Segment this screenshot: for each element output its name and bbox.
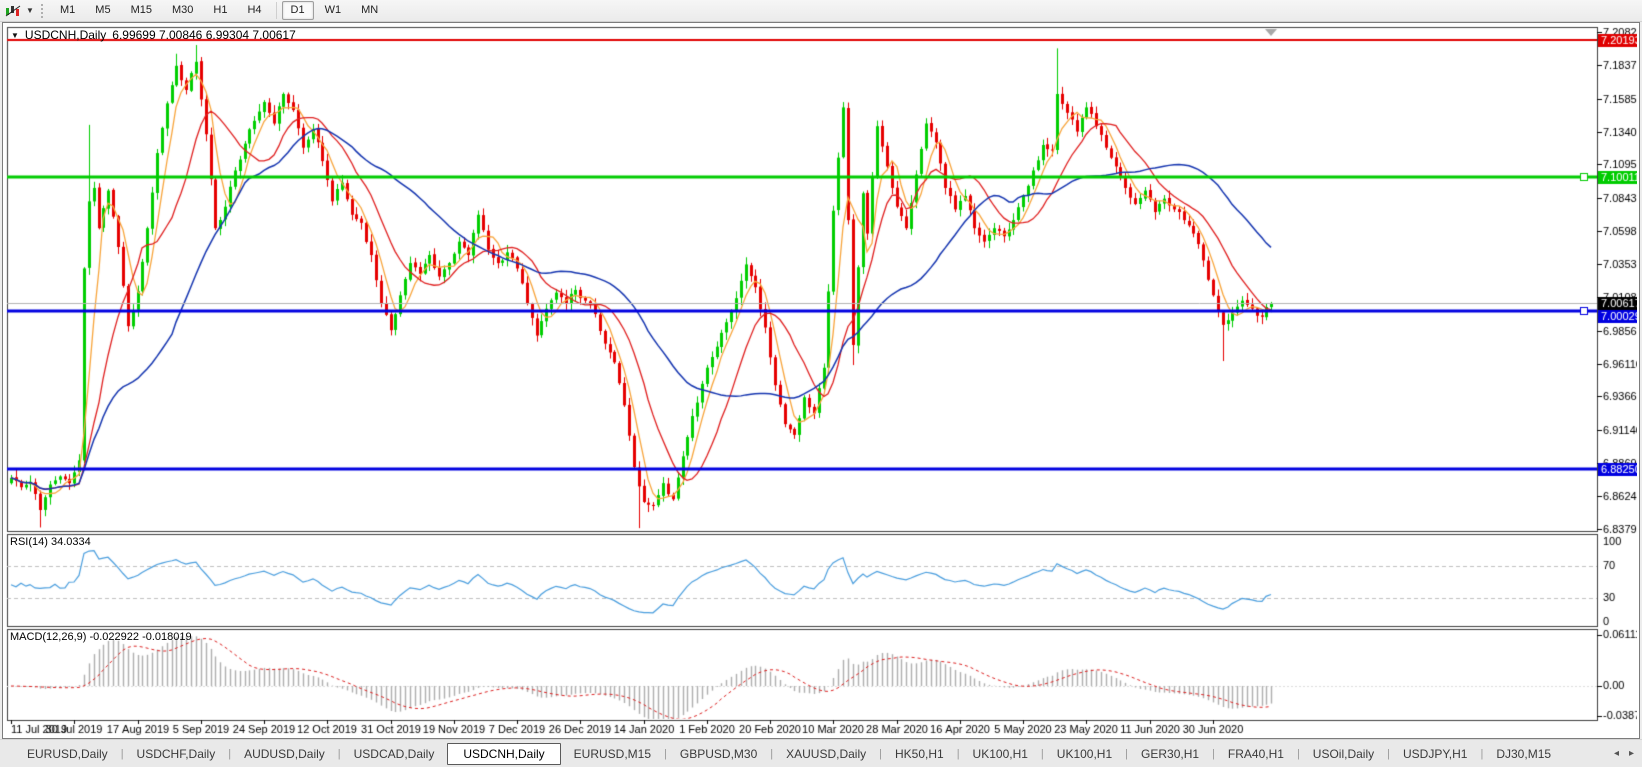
chart-tab-usdcad-daily[interactable]: USDCAD,Daily <box>341 744 448 764</box>
tab-scroll-left-icon[interactable]: ◂ <box>1614 748 1619 759</box>
toolbar-dropdown-caret[interactable]: ▼ <box>24 6 36 15</box>
chart-tab-fra40-h1[interactable]: FRA40,H1 <box>1215 744 1297 764</box>
toolbar-separator <box>276 2 277 19</box>
timeframe-button-m5[interactable]: M5 <box>86 1 119 20</box>
chart-tab-dj30-m15[interactable]: DJ30,M15 <box>1483 744 1564 764</box>
chart-mode-icon <box>5 4 21 18</box>
timeframe-toolbar: M1M5M15M30H1H4 D1W1MN <box>50 0 388 21</box>
chart-tab-audusd-daily[interactable]: AUDUSD,Daily <box>231 744 338 764</box>
chart-tab-usdcnh-daily[interactable]: USDCNH,Daily <box>447 743 560 765</box>
timeframe-button-h1[interactable]: H1 <box>204 1 236 20</box>
timeframe-button-mn[interactable]: MN <box>352 1 387 20</box>
timeframe-button-h4[interactable]: H4 <box>238 1 270 20</box>
timeframe-button-w1[interactable]: W1 <box>316 1 351 20</box>
timeframe-button-m30[interactable]: M30 <box>163 1 202 20</box>
chart-tab-usoil-daily[interactable]: USOil,Daily <box>1300 744 1387 764</box>
chart-tab-xauusd-daily[interactable]: XAUUSD,Daily <box>773 744 879 764</box>
chart-tab-uk100-h1[interactable]: UK100,H1 <box>1044 744 1125 764</box>
timeframe-button-m15[interactable]: M15 <box>122 1 161 20</box>
tab-scroll-buttons: ◂ ▸ <box>1614 740 1634 767</box>
chart-window: ▼ USDCNH,Daily 6.99699 7.00846 6.99304 7… <box>2 22 1640 739</box>
chart-tabs: EURUSD,Daily|USDCHF,Daily|AUDUSD,Daily|U… <box>14 740 1564 767</box>
chart-tab-bar: EURUSD,Daily|USDCHF,Daily|AUDUSD,Daily|U… <box>0 739 1642 767</box>
tab-scroll-right-icon[interactable]: ▸ <box>1629 748 1634 759</box>
toolbar-grip[interactable] <box>41 4 43 18</box>
chart-tab-usdjpy-h1[interactable]: USDJPY,H1 <box>1390 744 1480 764</box>
chart-tab-eurusd-m15[interactable]: EURUSD,M15 <box>561 744 664 764</box>
chart-tab-uk100-h1[interactable]: UK100,H1 <box>960 744 1041 764</box>
chart-tab-hk50-h1[interactable]: HK50,H1 <box>882 744 957 764</box>
chart-tab-ger30-h1[interactable]: GER30,H1 <box>1128 744 1212 764</box>
top-toolbar: ▼ M1M5M15M30H1H4 D1W1MN <box>0 0 1642 22</box>
price-chart-canvas[interactable] <box>3 23 1637 736</box>
timeframe-button-d1[interactable]: D1 <box>282 1 314 20</box>
chart-tab-usdchf-daily[interactable]: USDCHF,Daily <box>124 744 229 764</box>
timeframe-button-m1[interactable]: M1 <box>51 1 84 20</box>
charts-toolbar-icon[interactable] <box>2 2 24 20</box>
chart-tab-eurusd-daily[interactable]: EURUSD,Daily <box>14 744 121 764</box>
chart-tab-gbpusd-m30[interactable]: GBPUSD,M30 <box>667 744 770 764</box>
